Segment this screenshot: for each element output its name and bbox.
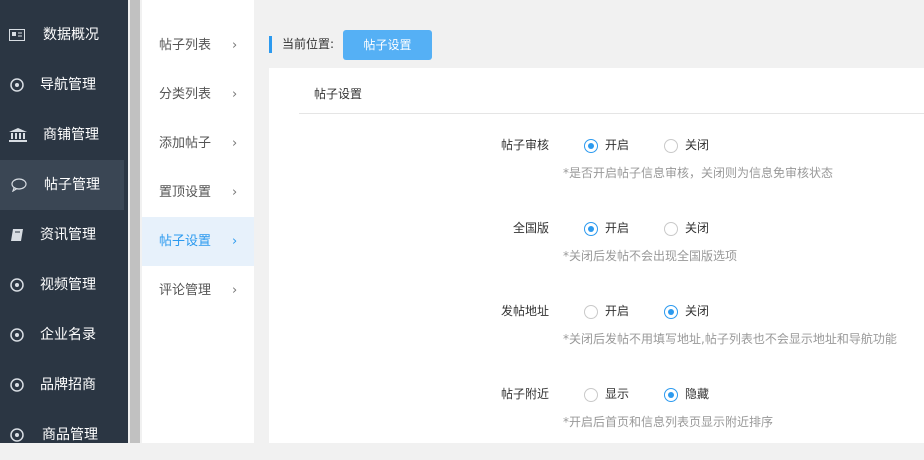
chevron-right-icon: › — [232, 87, 238, 102]
scrollbar-thumb[interactable] — [130, 0, 140, 443]
sidebar: 数据概况 导航管理 商铺管理 帖子管理 资讯管理 视频管理 企业名录 品牌招商 … — [0, 0, 128, 443]
radio-nearby-hide[interactable] — [664, 388, 678, 402]
subnav-item-category-list[interactable]: 分类列表 › — [142, 70, 254, 119]
subnav-item-label: 分类列表 — [159, 87, 212, 102]
sidebar-item-label: 帖子管理 — [44, 177, 100, 193]
speech-bubble-icon — [11, 178, 27, 192]
compass-icon — [9, 78, 25, 92]
subnav-item-add-post[interactable]: 添加帖子 › — [142, 119, 254, 168]
book-icon — [9, 228, 25, 242]
setting-label-review: 帖子审核 — [500, 138, 549, 152]
setting-hint: *关闭后发帖不用填写地址,帖子列表也不会显示地址和导航功能 — [563, 332, 897, 346]
subnav-item-label: 帖子列表 — [159, 38, 212, 53]
sidebar-item-brands[interactable]: 品牌招商 — [0, 360, 124, 410]
sidebar-item-label: 导航管理 — [40, 77, 96, 93]
compass-icon — [9, 278, 25, 292]
radio-label[interactable]: 显示 — [605, 384, 629, 404]
compass-icon — [9, 328, 25, 342]
radio-address-off[interactable] — [664, 305, 678, 319]
compass-icon — [9, 378, 25, 392]
panel-title: 帖子设置 — [314, 87, 363, 101]
sidebar-item-posts[interactable]: 帖子管理 — [0, 160, 124, 210]
sidebar-item-label: 视频管理 — [40, 277, 96, 293]
chevron-right-icon: › — [232, 38, 238, 53]
bank-icon — [9, 128, 27, 142]
sidebar-item-products[interactable]: 商品管理 — [0, 410, 124, 460]
chevron-right-icon: › — [232, 234, 238, 249]
divider — [299, 113, 924, 114]
subnav-item-label: 帖子设置 — [159, 234, 212, 249]
breadcrumb-marker — [269, 36, 272, 53]
radio-review-on[interactable] — [584, 139, 598, 153]
radio-label[interactable]: 关闭 — [685, 218, 709, 238]
sidebar-item-label: 商品管理 — [42, 427, 98, 443]
radio-review-off[interactable] — [664, 139, 678, 153]
sidebar-item-label: 商铺管理 — [43, 127, 99, 143]
subnav-item-post-settings[interactable]: 帖子设置 › — [142, 217, 254, 266]
sidebar-item-label: 资讯管理 — [40, 227, 96, 243]
radio-label[interactable]: 隐藏 — [685, 384, 709, 404]
subnav-item-label: 评论管理 — [159, 283, 212, 298]
sidebar-item-label: 数据概况 — [43, 27, 99, 43]
setting-label-national: 全国版 — [512, 221, 549, 235]
sidebar-scrollbar[interactable] — [128, 0, 142, 443]
radio-label[interactable]: 关闭 — [685, 135, 709, 155]
compass-icon — [9, 428, 25, 442]
subnav-item-pin-settings[interactable]: 置顶设置 › — [142, 168, 254, 217]
radio-label[interactable]: 关闭 — [685, 301, 709, 321]
setting-hint: *开启后首页和信息列表页显示附近排序 — [563, 415, 774, 429]
sidebar-item-label: 品牌招商 — [40, 377, 96, 393]
setting-hint: *关闭后发帖不会出现全国版选项 — [563, 249, 738, 263]
sidebar-item-shops[interactable]: 商铺管理 — [0, 110, 124, 160]
subnav: 帖子列表 › 分类列表 › 添加帖子 › 置顶设置 › 帖子设置 › 评论管理 … — [142, 0, 254, 443]
setting-label-address: 发帖地址 — [500, 304, 549, 318]
radio-label[interactable]: 开启 — [605, 135, 629, 155]
radio-nearby-show[interactable] — [584, 388, 598, 402]
subnav-item-label: 添加帖子 — [159, 136, 212, 151]
breadcrumb-label: 当前位置: — [282, 37, 335, 51]
sidebar-item-video[interactable]: 视频管理 — [0, 260, 124, 310]
subnav-item-label: 置顶设置 — [159, 185, 212, 200]
sidebar-item-directory[interactable]: 企业名录 — [0, 310, 124, 360]
chevron-right-icon: › — [232, 185, 238, 200]
sidebar-item-label: 企业名录 — [40, 327, 96, 343]
chevron-right-icon: › — [232, 283, 238, 298]
radio-address-on[interactable] — [584, 305, 598, 319]
breadcrumb-current-button[interactable]: 帖子设置 — [343, 30, 432, 60]
setting-label-nearby: 帖子附近 — [500, 387, 549, 401]
settings-panel: 帖子设置 帖子审核 开启 关闭 *是否开启帖子信息审核，关闭则为信息免审核状态 … — [269, 68, 924, 443]
radio-national-off[interactable] — [664, 222, 678, 236]
sidebar-item-overview[interactable]: 数据概况 — [0, 10, 124, 60]
radio-label[interactable]: 开启 — [605, 218, 629, 238]
radio-national-on[interactable] — [584, 222, 598, 236]
chevron-right-icon: › — [232, 136, 238, 151]
newspaper-icon — [9, 28, 25, 42]
setting-hint: *是否开启帖子信息审核，关闭则为信息免审核状态 — [563, 166, 834, 180]
subnav-item-comments[interactable]: 评论管理 › — [142, 266, 254, 315]
sidebar-item-news[interactable]: 资讯管理 — [0, 210, 124, 260]
main-content: 当前位置: 帖子设置 帖子设置 帖子审核 开启 关闭 *是否开启帖子信息审核，关… — [254, 0, 924, 443]
radio-label[interactable]: 开启 — [605, 301, 629, 321]
sidebar-item-navigation[interactable]: 导航管理 — [0, 60, 124, 110]
subnav-item-post-list[interactable]: 帖子列表 › — [142, 21, 254, 70]
